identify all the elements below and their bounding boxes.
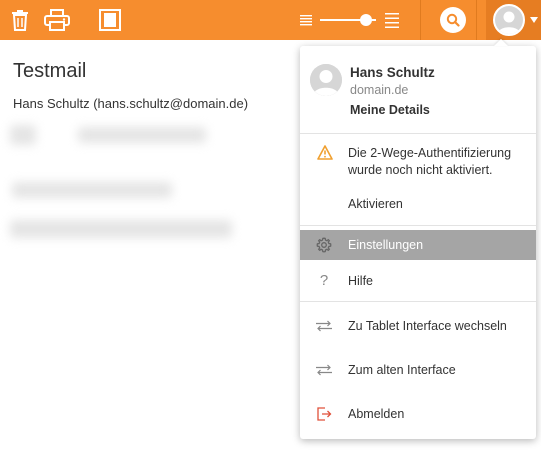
toolbar-separator [476, 0, 477, 40]
menu-divider [300, 225, 536, 226]
menu-item-tablet-interface[interactable]: Zu Tablet Interface wechseln [300, 311, 536, 341]
two-factor-warning: Die 2-Wege-Authentifizierung wurde noch … [348, 146, 512, 177]
logout-icon [317, 407, 332, 421]
warning-triangle-icon [317, 145, 333, 160]
switch-arrows-icon [316, 364, 332, 376]
delete-button[interactable] [6, 0, 34, 40]
menu-item-label: Einstellungen [348, 238, 424, 252]
menu-item-label: Hilfe [348, 274, 374, 288]
print-button[interactable] [40, 0, 74, 40]
menu-divider [300, 133, 536, 134]
caret-down-icon[interactable] [530, 17, 538, 23]
menu-item-old-interface[interactable]: Zum alten Interface [300, 355, 536, 385]
avatar-icon [310, 64, 342, 96]
search-button[interactable] [440, 7, 466, 33]
menu-item-label: Zu Tablet Interface wechseln [348, 319, 507, 333]
menu-item-settings[interactable]: Einstellungen [300, 230, 536, 260]
search-icon [446, 13, 460, 27]
avatar [310, 64, 342, 96]
my-details-link[interactable]: Meine Details [350, 103, 430, 117]
menu-divider [300, 301, 536, 302]
avatar[interactable] [493, 4, 525, 36]
text-size-large-icon [385, 13, 399, 28]
account-menu-button[interactable] [486, 0, 541, 40]
reading-pane-icon [99, 9, 121, 31]
gear-icon [316, 237, 332, 253]
slider-thumb[interactable] [359, 14, 372, 26]
toolbar [0, 0, 541, 40]
mail-subject: Testmail [13, 60, 87, 82]
menu-item-label: Abmelden [348, 407, 405, 421]
user-name: Hans Schultz [350, 65, 435, 80]
blurred-content [10, 220, 232, 238]
trash-icon [12, 10, 28, 31]
account-dropdown: Hans Schultz domain.de Meine Details Die… [300, 46, 536, 439]
reading-pane-button[interactable] [96, 0, 124, 40]
blurred-content [10, 125, 36, 145]
activate-two-factor-link[interactable]: Aktivieren [348, 197, 403, 211]
blurred-content [12, 182, 172, 198]
user-domain: domain.de [350, 83, 409, 97]
avatar-icon [495, 6, 523, 34]
text-size-slider[interactable] [298, 0, 402, 40]
menu-item-label: Zum alten Interface [348, 363, 456, 377]
switch-arrows-icon [316, 320, 332, 332]
question-icon: ? [319, 272, 329, 289]
mail-sender: Hans Schultz (hans.schultz@domain.de) [13, 96, 249, 111]
printer-icon [44, 9, 70, 31]
menu-item-logout[interactable]: Abmelden [300, 399, 536, 429]
blurred-content [78, 127, 206, 143]
menu-item-help[interactable]: ? Hilfe [300, 266, 536, 296]
toolbar-separator [420, 0, 421, 40]
text-size-small-icon [300, 15, 312, 26]
